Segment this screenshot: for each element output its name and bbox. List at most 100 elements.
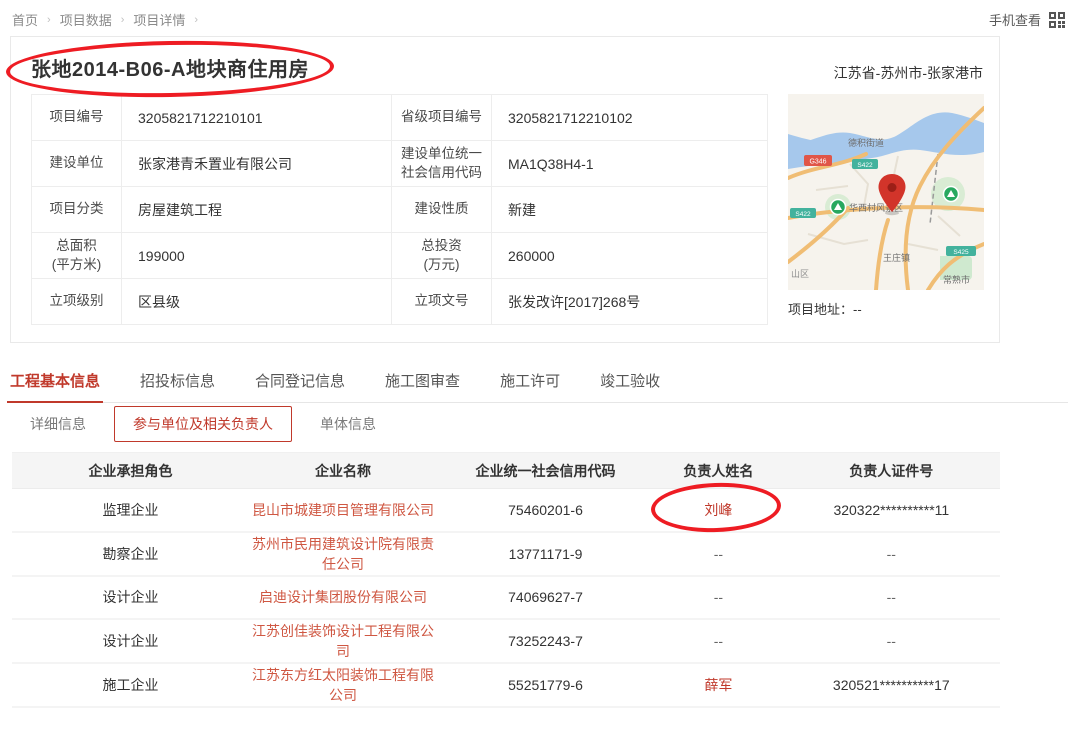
person-id: --	[783, 619, 1000, 663]
svg-text:G346: G346	[809, 159, 826, 166]
map-label-street: 德积街道	[848, 137, 884, 148]
tab-basic-info[interactable]: 工程基本信息	[10, 370, 100, 391]
svg-text:S422: S422	[857, 162, 873, 169]
info-row: 项目分类 房屋建筑工程 建设性质 新建	[32, 187, 768, 233]
person-name: 薛军	[654, 663, 782, 707]
breadcrumb-separator-icon: ›	[121, 14, 125, 26]
breadcrumb-project-data[interactable]: 项目数据	[60, 10, 112, 29]
tab-drawing-review[interactable]: 施工图审查	[385, 370, 460, 391]
person-name: 刘峰	[654, 489, 782, 532]
info-value: 张发改许[2017]268号	[492, 279, 768, 325]
enterprise-name-link[interactable]: 江苏东方红太阳装饰工程有限公司	[249, 663, 437, 707]
col-enterprise-role: 企业承担角色	[12, 453, 249, 489]
person-name: --	[654, 532, 782, 576]
road-badge-teal: S422	[852, 159, 878, 169]
info-row: 项目编号 3205821712210101 省级项目编号 32058217122…	[32, 95, 768, 141]
map-label-city: 常熟市	[943, 274, 970, 285]
person-id: 320521**********17	[783, 663, 1000, 707]
breadcrumb-home[interactable]: 首页	[12, 10, 38, 29]
info-row: 建设单位 张家港青禾置业有限公司 建设单位统一 社会信用代码 MA1Q38H4-…	[32, 141, 768, 187]
person-name: --	[654, 619, 782, 663]
info-value: 199000	[122, 233, 392, 279]
col-person-id: 负责人证件号	[783, 453, 1000, 489]
info-label: 建设性质	[392, 187, 492, 233]
info-label: 总投资 (万元)	[392, 233, 492, 279]
participants-header-row: 企业承担角色 企业名称 企业统一社会信用代码 负责人姓名 负责人证件号	[12, 453, 1000, 489]
info-value: MA1Q38H4-1	[492, 141, 768, 187]
tab-construction-permit[interactable]: 施工许可	[500, 370, 560, 391]
credit-code: 13771171-9	[437, 532, 654, 576]
subtab-unit-info[interactable]: 单体信息	[318, 406, 378, 442]
info-label: 立项级别	[32, 279, 122, 325]
person-id: --	[783, 576, 1000, 619]
breadcrumb-project-detail[interactable]: 项目详情	[133, 10, 185, 29]
page-title: 张地2014-B06-A地块商住用房	[31, 53, 309, 82]
enterprise-role: 监理企业	[12, 489, 249, 532]
table-row: 设计企业 启迪设计集团股份有限公司 74069627-7 -- --	[12, 576, 1000, 619]
project-region: 江苏省-苏州市-张家港市	[834, 53, 983, 83]
project-address-label: 项目地址：	[788, 302, 853, 317]
col-enterprise-name: 企业名称	[249, 453, 437, 489]
road-badge-teal: S425	[946, 246, 976, 256]
main-tabs: 工程基本信息 招投标信息 合同登记信息 施工图审查 施工许可 竣工验收	[10, 370, 1068, 403]
map-container: G346 S422 S422 S425	[788, 94, 984, 318]
map-label-town: 王庄镇	[883, 252, 910, 263]
subtab-detail-info[interactable]: 详细信息	[28, 406, 88, 442]
mobile-view-group: 手机查看	[989, 10, 1066, 29]
tab-contract-registration[interactable]: 合同登记信息	[255, 370, 345, 391]
col-credit-code: 企业统一社会信用代码	[437, 453, 654, 489]
enterprise-role: 设计企业	[12, 619, 249, 663]
scenic-poi-icon	[944, 187, 959, 202]
table-row: 设计企业 江苏创佳装饰设计工程有限公司 73252243-7 -- --	[12, 619, 1000, 663]
enterprise-role: 设计企业	[12, 576, 249, 619]
info-label: 建设单位统一 社会信用代码	[392, 141, 492, 187]
page: 首页 › 项目数据 › 项目详情 › 手机查看 张地2014-B06-A地块商住…	[0, 0, 1080, 748]
project-panel: 张地2014-B06-A地块商住用房 江苏省-苏州市-张家港市 项目编号 320…	[10, 36, 1000, 343]
credit-code: 75460201-6	[437, 489, 654, 532]
mobile-view-link[interactable]: 手机查看	[989, 10, 1041, 29]
project-location-map[interactable]: G346 S422 S422 S425	[788, 94, 984, 290]
subtab-participants[interactable]: 参与单位及相关负责人	[114, 406, 292, 442]
info-row: 立项级别 区县级 立项文号 张发改许[2017]268号	[32, 279, 768, 325]
road-badge-teal: S422	[790, 208, 816, 218]
table-row: 勘察企业 苏州市民用建筑设计院有限责任公司 13771171-9 -- --	[12, 532, 1000, 576]
map-label-district: 山区	[791, 269, 809, 279]
breadcrumb-separator-icon: ›	[47, 14, 51, 26]
scenic-poi-icon	[831, 200, 846, 215]
info-label: 建设单位	[32, 141, 122, 187]
person-id: --	[783, 532, 1000, 576]
credit-code: 73252243-7	[437, 619, 654, 663]
enterprise-role: 勘察企业	[12, 532, 249, 576]
tab-completion-acceptance[interactable]: 竣工验收	[600, 370, 660, 391]
svg-text:S425: S425	[953, 249, 969, 256]
project-address: 项目地址：--	[788, 299, 984, 318]
info-value: 张家港青禾置业有限公司	[122, 141, 392, 187]
info-label: 项目分类	[32, 187, 122, 233]
credit-code: 55251779-6	[437, 663, 654, 707]
participants-table: 企业承担角色 企业名称 企业统一社会信用代码 负责人姓名 负责人证件号 监理企业…	[12, 452, 1000, 708]
project-address-value: --	[853, 302, 862, 317]
project-info-table: 项目编号 3205821712210101 省级项目编号 32058217122…	[31, 94, 768, 325]
breadcrumb-separator-icon: ›	[194, 14, 198, 26]
enterprise-name-link[interactable]: 苏州市民用建筑设计院有限责任公司	[249, 532, 437, 576]
info-value: 新建	[492, 187, 768, 233]
person-id: 320322**********11	[783, 489, 1000, 532]
info-value: 区县级	[122, 279, 392, 325]
info-label: 省级项目编号	[392, 95, 492, 141]
enterprise-name-link[interactable]: 江苏创佳装饰设计工程有限公司	[249, 619, 437, 663]
breadcrumb: 首页 › 项目数据 › 项目详情 › 手机查看	[12, 10, 1066, 29]
info-value: 3205821712210101	[122, 95, 392, 141]
tab-bidding-info[interactable]: 招投标信息	[140, 370, 215, 391]
enterprise-name-link[interactable]: 启迪设计集团股份有限公司	[249, 576, 437, 619]
credit-code: 74069627-7	[437, 576, 654, 619]
road-badge-red: G346	[804, 155, 832, 166]
person-name: --	[654, 576, 782, 619]
enterprise-role: 施工企业	[12, 663, 249, 707]
table-row: 施工企业 江苏东方红太阳装饰工程有限公司 55251779-6 薛军 32052…	[12, 663, 1000, 707]
enterprise-name-link[interactable]: 昆山市城建项目管理有限公司	[249, 489, 437, 532]
qr-code-icon[interactable]	[1048, 11, 1066, 29]
info-row: 总面积 (平方米) 199000 总投资 (万元) 260000	[32, 233, 768, 279]
info-label: 立项文号	[392, 279, 492, 325]
info-value: 房屋建筑工程	[122, 187, 392, 233]
info-label: 项目编号	[32, 95, 122, 141]
